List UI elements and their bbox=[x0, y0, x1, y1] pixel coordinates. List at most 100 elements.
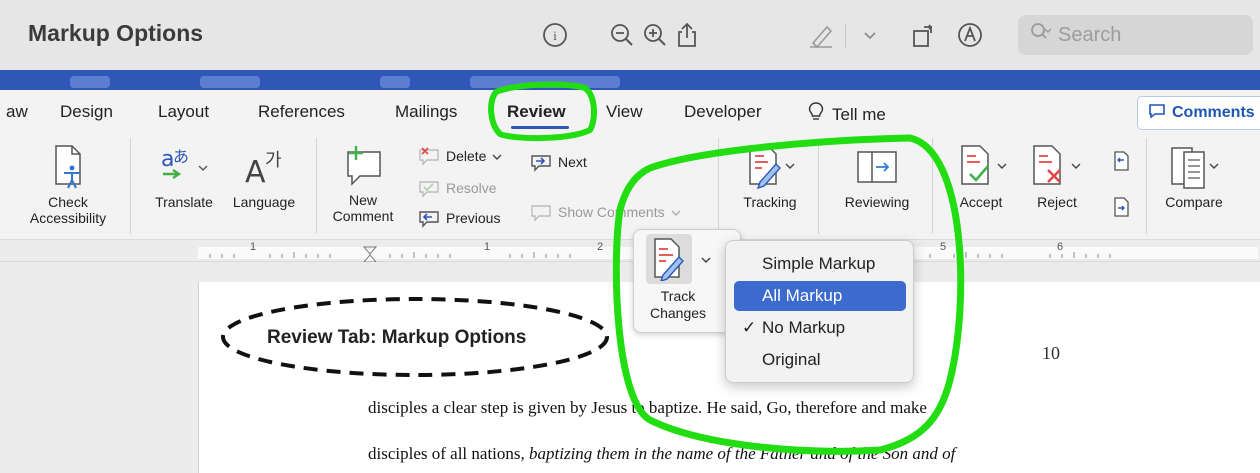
document-canvas bbox=[0, 262, 1260, 473]
svg-text:A: A bbox=[245, 155, 266, 190]
menu-item-label: All Markup bbox=[762, 286, 843, 305]
menu-item-all-markup[interactable]: All Markup bbox=[734, 281, 906, 311]
reject-icon bbox=[1033, 145, 1081, 185]
search-input[interactable] bbox=[1058, 23, 1238, 47]
tab-mailings[interactable]: Mailings bbox=[395, 102, 457, 122]
new-comment-button[interactable]: New Comment bbox=[326, 144, 400, 224]
document-line-2-italic: baptizing them in the name of the Father… bbox=[529, 444, 956, 463]
track-changes-chevron-icon[interactable] bbox=[700, 252, 712, 270]
toolbar-separator bbox=[845, 24, 846, 48]
delete-label: Delete bbox=[446, 148, 487, 164]
window-title: Markup Options bbox=[28, 20, 204, 46]
delete-comment-button[interactable]: Delete bbox=[418, 146, 502, 166]
reject-label: Reject bbox=[1037, 194, 1077, 210]
document-line-1[interactable]: disciples a clear step is given by Jesus… bbox=[368, 398, 927, 418]
accept-button[interactable]: Accept bbox=[944, 144, 1018, 210]
previous-change-button[interactable] bbox=[1112, 150, 1132, 172]
reviewing-label: Reviewing bbox=[844, 194, 910, 210]
search-field[interactable] bbox=[1018, 15, 1253, 55]
share-icon[interactable] bbox=[672, 20, 702, 50]
menu-item-no-markup[interactable]: ✓ No Markup bbox=[734, 313, 906, 343]
ruler-ticks bbox=[209, 246, 1111, 262]
tab-view[interactable]: View bbox=[606, 102, 643, 122]
track-changes-icon bbox=[654, 238, 684, 281]
hanging-indent-marker bbox=[363, 254, 377, 262]
delete-comment-icon bbox=[419, 147, 439, 166]
show-comments-chevron-icon bbox=[671, 204, 681, 220]
markup-dropdown-menu: Simple Markup All Markup ✓ No Markup Ori… bbox=[725, 240, 914, 383]
next-change-button[interactable] bbox=[1112, 196, 1132, 218]
svg-text:가: 가 bbox=[265, 150, 282, 171]
accessibility-icon bbox=[55, 145, 81, 189]
reviewing-pane-icon bbox=[857, 151, 897, 183]
comments-button[interactable]: Comments bbox=[1137, 96, 1260, 130]
new-comment-label-2: Comment bbox=[332, 208, 394, 224]
show-comments-button[interactable]: Show Comments bbox=[530, 202, 681, 222]
horizontal-ruler: 1 1 2 5 6 bbox=[0, 240, 1260, 262]
translate-button[interactable]: a あ Translate bbox=[146, 144, 222, 210]
show-comments-label: Show Comments bbox=[558, 204, 665, 220]
language-icon: A 가 bbox=[245, 150, 282, 190]
new-comment-icon bbox=[347, 146, 381, 186]
tab-draw[interactable]: aw bbox=[6, 102, 28, 122]
check-accessibility-label: Check Accessibility bbox=[29, 194, 107, 226]
accept-icon bbox=[961, 145, 1007, 185]
menu-item-original[interactable]: Original bbox=[734, 345, 906, 375]
next-change-icon bbox=[1114, 197, 1129, 217]
show-comments-icon bbox=[531, 205, 551, 222]
tab-references[interactable]: References bbox=[258, 102, 345, 122]
next-comment-icon bbox=[531, 155, 551, 172]
reviewing-button[interactable]: Reviewing bbox=[832, 144, 922, 210]
resolve-label: Resolve bbox=[446, 180, 497, 196]
language-label: Language bbox=[232, 194, 296, 210]
reject-button[interactable]: Reject bbox=[1024, 144, 1090, 210]
compare-icon bbox=[1171, 147, 1219, 189]
svg-text:あ: あ bbox=[173, 147, 189, 166]
tab-review[interactable]: Review bbox=[507, 102, 566, 122]
document-line-2[interactable]: disciples of all nations, baptizing them… bbox=[368, 444, 955, 464]
tell-me-box[interactable]: Tell me bbox=[808, 102, 886, 127]
menu-item-simple-markup[interactable]: Simple Markup bbox=[734, 249, 906, 279]
window-titlebar: Markup Options i bbox=[0, 0, 1260, 70]
delete-chevron-icon[interactable] bbox=[492, 148, 502, 164]
checkmark-icon: ✓ bbox=[742, 318, 757, 337]
language-button[interactable]: A 가 Language bbox=[226, 144, 302, 210]
document-line-2-plain: disciples of all nations, bbox=[368, 444, 530, 463]
tell-me-label: Tell me bbox=[832, 104, 886, 124]
rotate-icon[interactable] bbox=[908, 20, 938, 50]
tab-layout[interactable]: Layout bbox=[158, 102, 209, 122]
previous-change-icon bbox=[1114, 151, 1129, 171]
previous-comment-icon bbox=[419, 211, 439, 228]
callout-title: Review Tab: Markup Options bbox=[267, 327, 527, 348]
next-comment-button[interactable]: Next bbox=[530, 152, 587, 172]
tab-design[interactable]: Design bbox=[60, 102, 113, 122]
chevron-down-icon[interactable] bbox=[855, 20, 885, 50]
comments-button-label: Comments bbox=[1172, 104, 1255, 121]
track-changes-label: Track Changes bbox=[640, 288, 716, 322]
highlighter-icon[interactable] bbox=[806, 20, 836, 50]
info-icon[interactable]: i bbox=[540, 20, 570, 50]
zoom-in-icon[interactable] bbox=[640, 20, 670, 50]
track-changes-label-line2: Changes bbox=[649, 305, 707, 321]
first-line-indent-marker bbox=[362, 246, 378, 255]
track-changes-label-line1: Track bbox=[660, 288, 696, 304]
ruler-number: 6 bbox=[1057, 241, 1064, 253]
comment-bubble-icon bbox=[1148, 103, 1166, 124]
document-toolbar-strip bbox=[0, 70, 1260, 90]
check-accessibility-button[interactable]: Check Accessibility bbox=[18, 144, 118, 226]
menu-item-label: Simple Markup bbox=[762, 254, 876, 273]
active-tab-indicator bbox=[511, 126, 569, 129]
resolve-button[interactable]: Resolve bbox=[418, 178, 497, 198]
tab-developer[interactable]: Developer bbox=[684, 102, 762, 122]
compare-button[interactable]: Compare bbox=[1156, 144, 1232, 210]
track-changes-button[interactable] bbox=[646, 234, 692, 284]
ruler-number: 5 bbox=[940, 241, 947, 253]
tracking-button[interactable]: Tracking bbox=[732, 144, 808, 210]
previous-comment-button[interactable]: Previous bbox=[418, 208, 500, 228]
svg-text:i: i bbox=[553, 28, 557, 43]
translate-label: Translate bbox=[155, 194, 213, 210]
lightbulb-icon bbox=[808, 102, 824, 127]
markup-icon[interactable] bbox=[955, 20, 985, 50]
tracking-icon bbox=[749, 145, 795, 190]
zoom-out-icon[interactable] bbox=[607, 20, 637, 50]
